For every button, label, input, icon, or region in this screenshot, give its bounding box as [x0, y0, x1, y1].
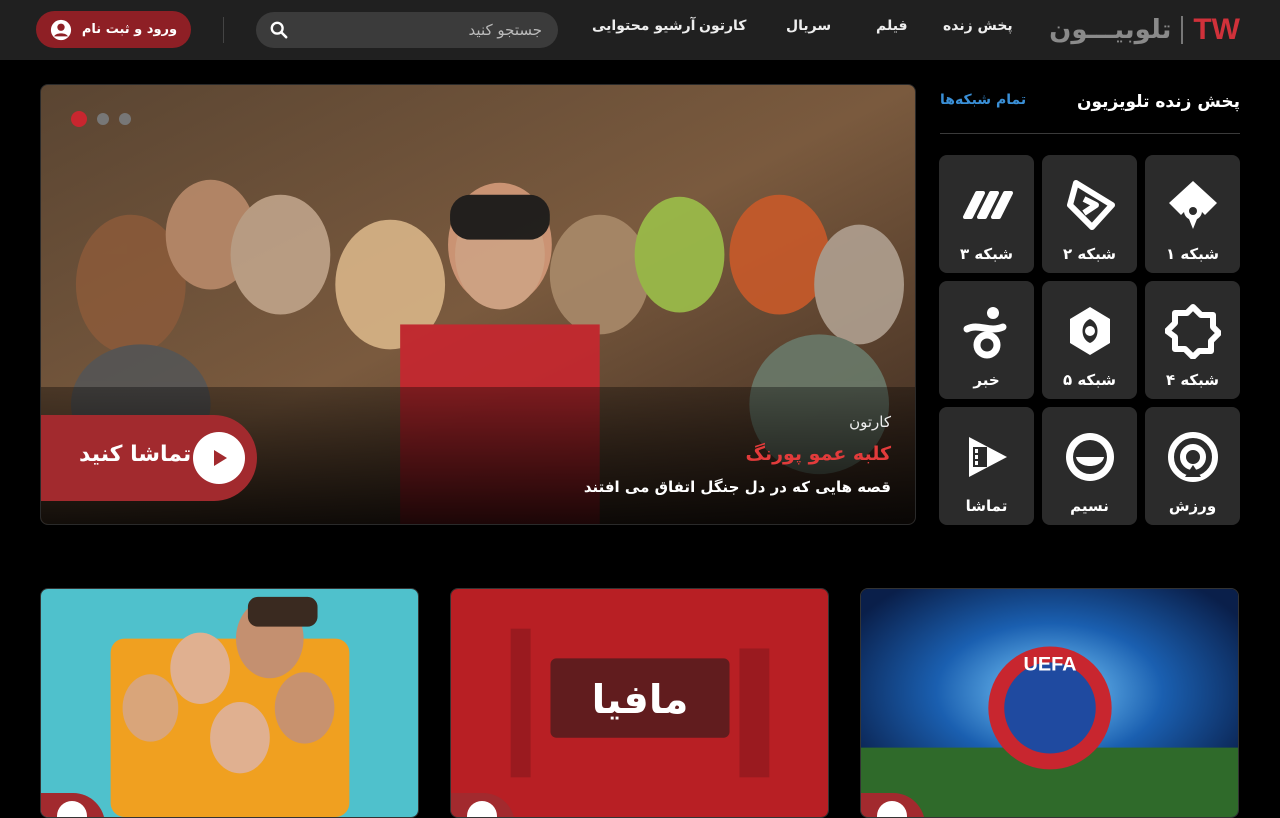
channel-tile-nasim[interactable]: نسیم — [1042, 407, 1137, 525]
user-icon — [50, 19, 71, 40]
channel-label: خبر — [973, 371, 1000, 389]
login-button[interactable]: ورود و ثبت نام — [36, 11, 191, 48]
search-input[interactable] — [312, 12, 542, 48]
play-icon — [57, 801, 87, 817]
channel-label: شبکه ۲ — [1062, 245, 1117, 263]
hero-category: کارتون — [849, 413, 891, 431]
content-card-uefa[interactable]: UEFA — [860, 588, 1239, 818]
all-channels-link[interactable]: تمام شبکه‌ها — [940, 92, 1026, 108]
watch-now-label: تماشا کنید — [79, 442, 192, 467]
channel-4-icon — [1164, 304, 1221, 359]
card-image: UEFA — [861, 589, 1238, 817]
channel-label: شبکه ۵ — [1062, 371, 1117, 389]
sport-channel-icon — [1167, 432, 1218, 482]
live-tv-title: پخش زنده تلویزیون — [1076, 92, 1240, 112]
channel-label: تماشا — [965, 497, 1008, 515]
watch-now-button[interactable]: تماشا کنید — [41, 415, 257, 501]
news-channel-icon — [963, 307, 1006, 359]
nav-cartoon[interactable]: کارتون — [699, 18, 746, 34]
slider-dots — [71, 111, 131, 127]
content-card-series[interactable] — [40, 588, 419, 818]
channel-tile-news[interactable]: خبر — [939, 281, 1034, 399]
channel-label: شبکه ۱ — [1165, 245, 1220, 263]
channel-tile-1[interactable]: شبکه ۱ — [1145, 155, 1240, 273]
hero-slider[interactable]: کارتون کلبه عمو پورنگ قصه هایی که در دل … — [40, 84, 916, 525]
play-icon — [877, 801, 907, 817]
channel-tile-sport[interactable]: ورزش — [1145, 407, 1240, 525]
card-logo-text: مافیا — [592, 677, 689, 723]
channel-tile-4[interactable]: شبکه ۴ — [1145, 281, 1240, 399]
channel-2-icon — [1066, 180, 1115, 230]
slider-dot[interactable] — [71, 111, 87, 127]
top-header: تلوبیـــون TW پخش زنده فیلم سریال کارتون… — [0, 0, 1280, 60]
tamasha-channel-icon — [968, 437, 1007, 477]
login-label: ورود و ثبت نام — [81, 22, 178, 37]
site-logo[interactable]: تلوبیـــون TW — [1049, 12, 1240, 48]
channel-1-icon — [1168, 181, 1217, 229]
play-icon — [193, 432, 245, 484]
channel-grid: شبکه ۱ شبکه ۲ شبکه ۳ شبکه ۴ شبکه ۵ خبر و… — [939, 155, 1240, 525]
channel-3-icon — [962, 191, 1013, 219]
search-box — [256, 12, 558, 48]
nav-movies[interactable]: فیلم — [876, 18, 908, 34]
slider-dot[interactable] — [97, 113, 109, 125]
channel-tile-2[interactable]: شبکه ۲ — [1042, 155, 1137, 273]
card-image — [41, 589, 418, 817]
hero-title[interactable]: کلبه عمو پورنگ — [745, 443, 891, 465]
nasim-channel-icon — [1065, 433, 1114, 481]
card-logo-text: UEFA — [1023, 653, 1076, 675]
logo-separator — [1181, 16, 1184, 44]
card-image: مافیا — [451, 589, 828, 817]
header-divider — [223, 17, 224, 43]
channel-tile-5[interactable]: شبکه ۵ — [1042, 281, 1137, 399]
play-icon — [467, 801, 497, 817]
channel-label: شبکه ۴ — [1165, 371, 1220, 389]
nav-series[interactable]: سریال — [786, 18, 831, 34]
slider-dot[interactable] — [119, 113, 131, 125]
channel-tile-3[interactable]: شبکه ۳ — [939, 155, 1034, 273]
nav-live[interactable]: پخش زنده — [943, 18, 1013, 34]
search-icon[interactable] — [270, 21, 288, 39]
live-tv-divider — [940, 133, 1240, 134]
channel-label: شبکه ۳ — [959, 245, 1014, 263]
hero-description: قصه هایی که در دل جنگل اتفاق می افتند — [583, 478, 891, 496]
content-card-mafia[interactable]: مافیا — [450, 588, 829, 818]
channel-5-icon — [1069, 307, 1110, 355]
channel-tile-tamasha[interactable]: تماشا — [939, 407, 1034, 525]
channel-label: ورزش — [1168, 497, 1217, 515]
nav-archive[interactable]: آرشیو محتوایی — [592, 18, 695, 34]
logo-text: تلوبیـــون — [1049, 15, 1172, 45]
logo-mark: TW — [1193, 13, 1240, 46]
channel-label: نسیم — [1070, 497, 1109, 515]
